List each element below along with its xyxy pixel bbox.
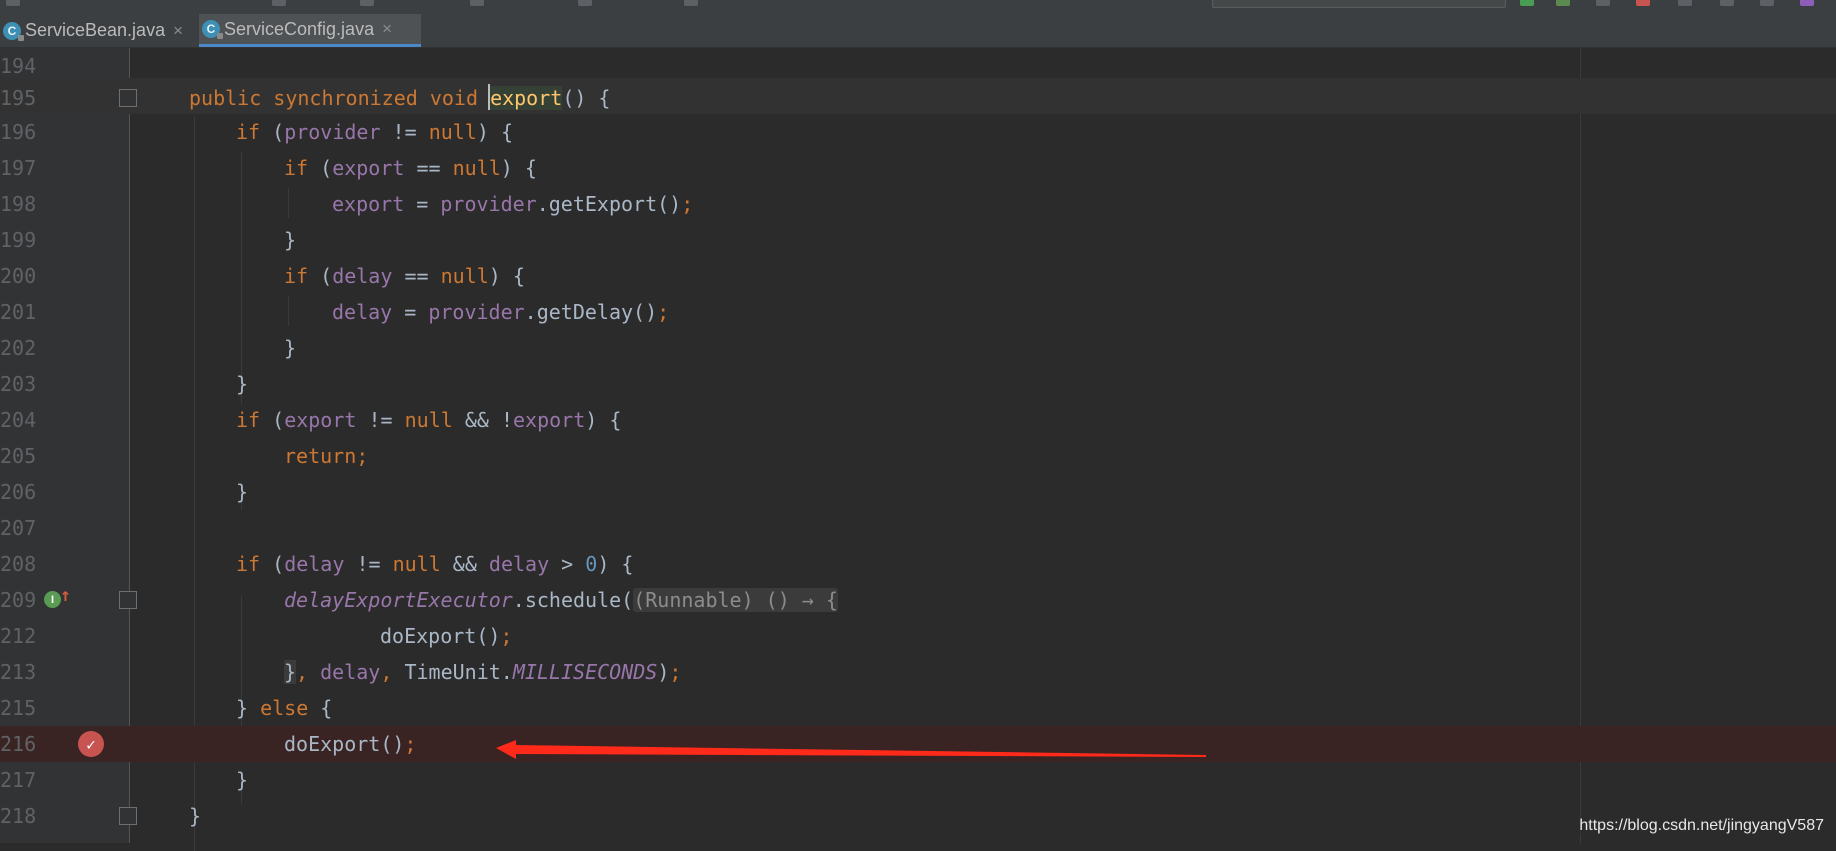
breadcrumb-icon[interactable]: [272, 0, 286, 6]
toolbar-strip: [0, 0, 1836, 14]
plugin-icon[interactable]: [1800, 0, 1814, 6]
tab-servicebean[interactable]: C ServiceBean.java ×: [0, 14, 198, 47]
debug-icon[interactable]: [1556, 0, 1570, 6]
run-icon[interactable]: [1520, 0, 1534, 6]
annotation-arrow: [496, 740, 1206, 759]
close-icon[interactable]: ×: [173, 21, 183, 41]
breadcrumb-icon[interactable]: [360, 0, 374, 6]
breadcrumb-icon[interactable]: [684, 0, 698, 6]
watermark: https://blog.csdn.net/jingyangV587: [1577, 817, 1826, 835]
breadcrumb-icon[interactable]: [578, 0, 592, 6]
breadcrumb-icon[interactable]: [470, 0, 484, 6]
java-class-icon: C: [3, 21, 24, 41]
editor-tab-bar: C ServiceBean.java × C ServiceConfig.jav…: [0, 14, 1836, 48]
stop-icon[interactable]: [1636, 0, 1650, 6]
vcs-update-icon[interactable]: [1678, 0, 1692, 6]
tab-serviceconfig[interactable]: C ServiceConfig.java ×: [199, 14, 421, 47]
tab-label: ServiceConfig.java: [224, 18, 375, 39]
vcs-commit-icon[interactable]: [1720, 0, 1734, 6]
run-configuration-select[interactable]: [1212, 0, 1506, 8]
close-icon[interactable]: ×: [382, 19, 392, 39]
project-icon[interactable]: [6, 0, 20, 6]
history-icon[interactable]: [1760, 0, 1774, 6]
profile-icon[interactable]: [1596, 0, 1610, 6]
tab-label: ServiceBean.java: [25, 20, 166, 40]
java-class-icon: C: [202, 20, 223, 39]
code-editor[interactable]: 194 195 public synchronized void export(…: [0, 48, 1836, 851]
